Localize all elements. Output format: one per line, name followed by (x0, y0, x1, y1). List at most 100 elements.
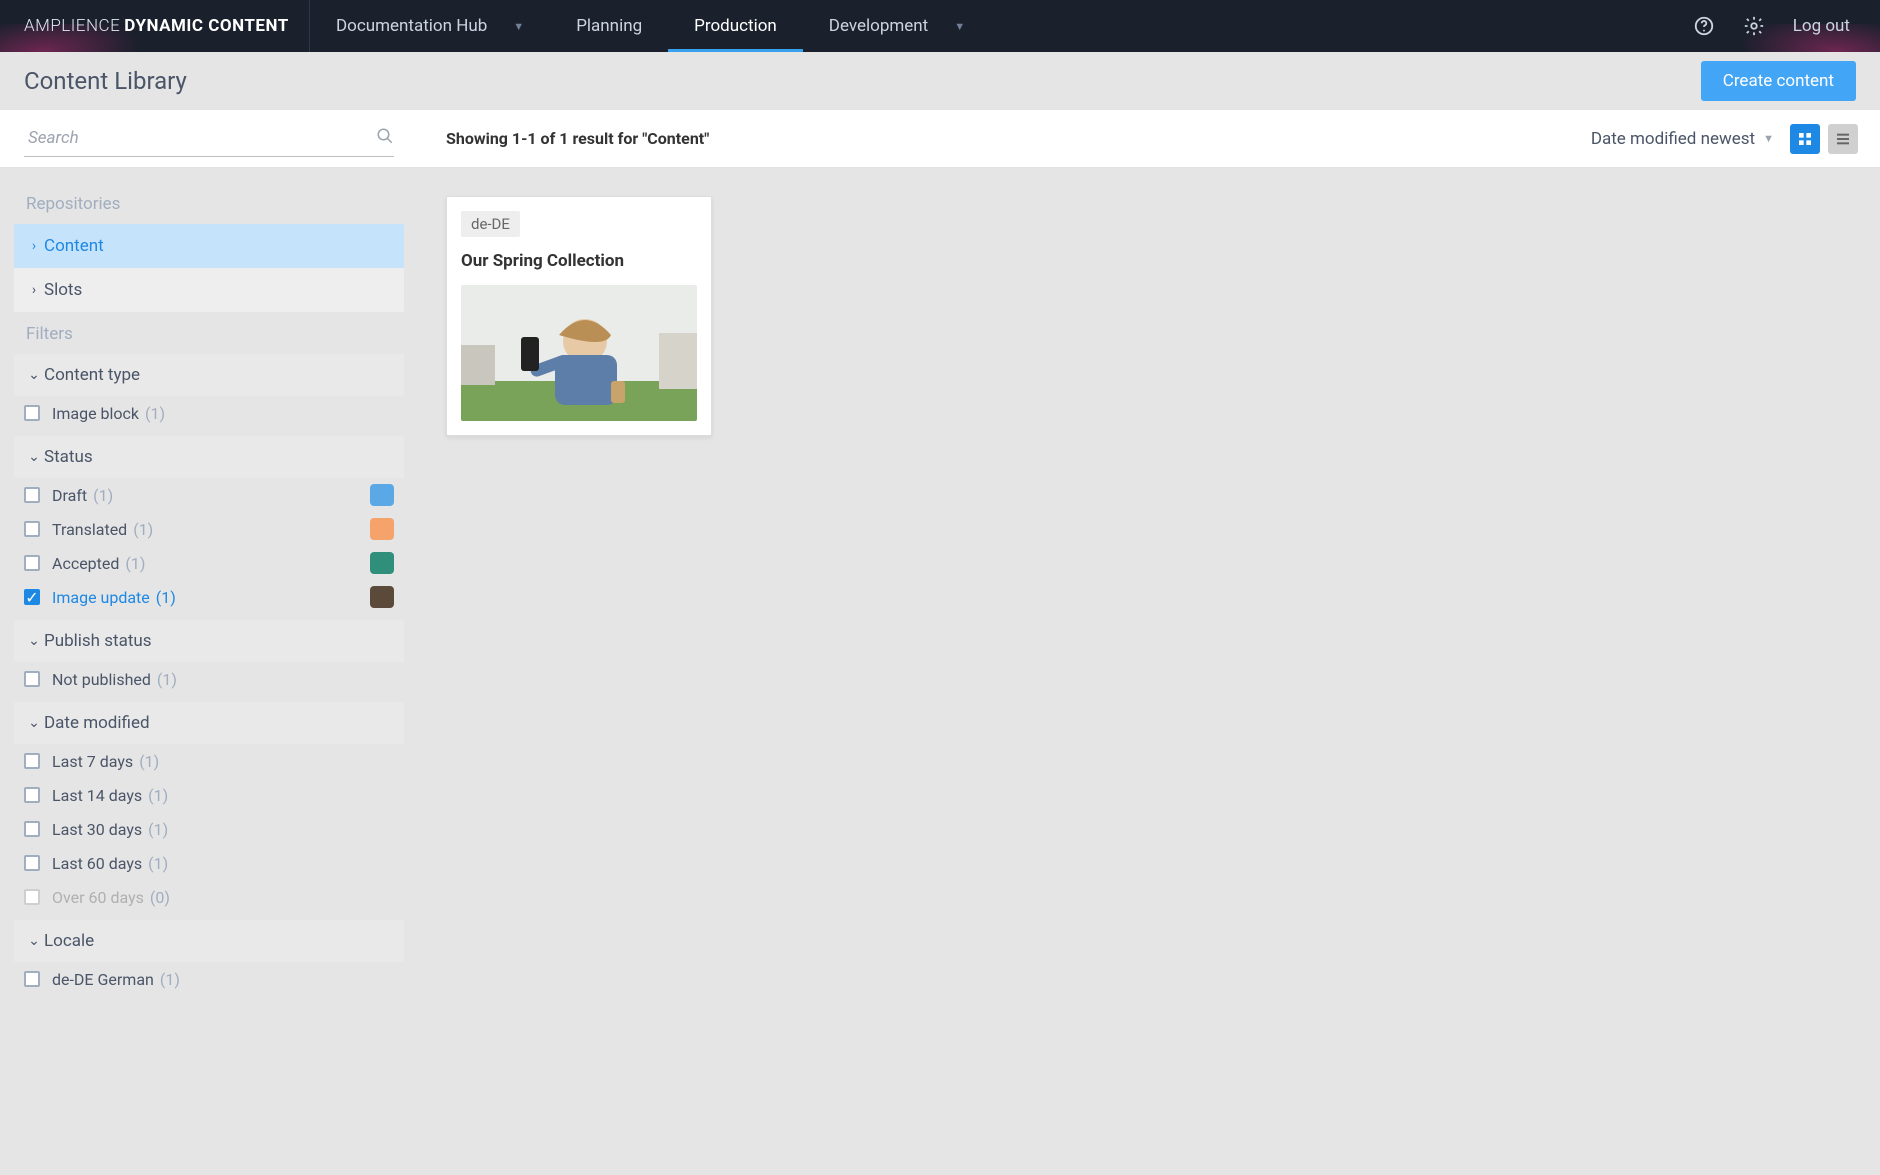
status-swatch (370, 518, 394, 540)
filter-over-60-days: Over 60 days (0) (14, 880, 404, 914)
checkbox-icon (24, 671, 40, 687)
search-icon[interactable] (376, 127, 394, 149)
chevron-down-icon: ⌄ (24, 449, 44, 465)
topbar: AMPLIENCE DYNAMIC CONTENT Documentation … (0, 0, 1880, 52)
group-status[interactable]: ⌄ Status (14, 436, 404, 478)
group-publish-status[interactable]: ⌄ Publish status (14, 620, 404, 662)
checkbox-icon (24, 405, 40, 421)
checkbox-icon (24, 855, 40, 871)
filter-label: Last 7 days (52, 752, 133, 771)
list-view-button[interactable] (1828, 124, 1858, 154)
brand-bold: DYNAMIC CONTENT (124, 16, 288, 36)
nav-planning[interactable]: Planning (550, 0, 668, 52)
filter-count: (1) (148, 820, 168, 839)
body: Repositories › Content › Slots Filters ⌄… (0, 168, 1880, 1175)
group-label: Content type (44, 365, 140, 385)
checkbox-icon (24, 521, 40, 537)
sort-label: Date modified newest (1591, 129, 1755, 149)
search-wrap (0, 120, 418, 157)
brand: AMPLIENCE DYNAMIC CONTENT (0, 0, 310, 52)
filter-count: (1) (160, 970, 180, 989)
group-label: Status (44, 447, 93, 467)
filter-label: de-DE German (52, 970, 154, 989)
content-card[interactable]: de-DE Our Spring Collection (446, 196, 712, 436)
gear-icon[interactable] (1743, 15, 1765, 37)
filter-image-update[interactable]: ✓ Image update (1) (14, 580, 404, 614)
search-input[interactable] (24, 120, 376, 156)
search-box (24, 120, 394, 157)
filter-last-30-days[interactable]: Last 30 days (1) (14, 812, 404, 846)
checkbox-icon (24, 753, 40, 769)
checkbox-icon: ✓ (24, 589, 40, 605)
group-date-modified[interactable]: ⌄ Date modified (14, 702, 404, 744)
filter-count: (1) (139, 752, 159, 771)
chevron-down-icon: ⌄ (24, 633, 44, 649)
repo-content[interactable]: › Content (14, 224, 404, 268)
subheader: Content Library Create content (0, 52, 1880, 110)
filter-not-published[interactable]: Not published (1) (14, 662, 404, 696)
filter-label: Draft (52, 486, 87, 505)
caret-down-icon: ▼ (954, 20, 965, 33)
checkbox-icon (24, 787, 40, 803)
sort-dropdown[interactable]: Date modified newest ▼ (1591, 129, 1774, 149)
chevron-down-icon: ⌄ (24, 715, 44, 731)
brand-thin: AMPLIENCE (24, 16, 120, 36)
nav-production[interactable]: Production (668, 0, 803, 52)
filter-last-7-days[interactable]: Last 7 days (1) (14, 744, 404, 778)
checkbox-icon (24, 487, 40, 503)
logout-link[interactable]: Log out (1793, 16, 1850, 36)
filter-label: Last 14 days (52, 786, 142, 805)
nav-development[interactable]: Development ▼ (803, 0, 991, 52)
nav-documentation-hub[interactable]: Documentation Hub ▼ (310, 0, 550, 52)
filter-translated[interactable]: Translated (1) (14, 512, 404, 546)
group-label: Date modified (44, 713, 150, 733)
repositories-label: Repositories (14, 182, 404, 224)
repo-slots[interactable]: › Slots (14, 268, 404, 312)
filter-last-60-days[interactable]: Last 60 days (1) (14, 846, 404, 880)
toolbar: Showing 1-1 of 1 result for "Content" Da… (0, 110, 1880, 168)
card-title: Our Spring Collection (461, 251, 697, 271)
filter-count: (1) (93, 486, 113, 505)
repo-label: Slots (44, 280, 82, 300)
group-label: Publish status (44, 631, 152, 651)
grid-view-button[interactable] (1790, 124, 1820, 154)
filter-label: Image update (52, 588, 150, 607)
filter-label: Accepted (52, 554, 119, 573)
card-thumbnail (461, 285, 697, 421)
create-content-button[interactable]: Create content (1701, 61, 1856, 101)
nav-label: Production (694, 16, 777, 36)
filter-count: (1) (157, 670, 177, 689)
help-icon[interactable] (1693, 15, 1715, 37)
filter-accepted[interactable]: Accepted (1) (14, 546, 404, 580)
group-locale[interactable]: ⌄ Locale (14, 920, 404, 962)
chevron-down-icon: ⌄ (24, 933, 44, 949)
filter-count: (1) (125, 554, 145, 573)
filter-label: Translated (52, 520, 127, 539)
sidebar: Repositories › Content › Slots Filters ⌄… (0, 168, 418, 1175)
caret-down-icon: ▼ (1763, 132, 1774, 145)
filter-label: Not published (52, 670, 151, 689)
status-swatch (370, 552, 394, 574)
group-content-type[interactable]: ⌄ Content type (14, 354, 404, 396)
status-swatch (370, 484, 394, 506)
filter-last-14-days[interactable]: Last 14 days (1) (14, 778, 404, 812)
filter-count: (1) (145, 404, 165, 423)
nav-label: Planning (576, 16, 642, 36)
content-area: de-DE Our Spring Collection (418, 168, 1880, 1175)
filter-count: (0) (150, 888, 170, 907)
filter-draft[interactable]: Draft (1) (14, 478, 404, 512)
results-summary: Showing 1-1 of 1 result for "Content" (446, 129, 709, 148)
chevron-down-icon: ⌄ (24, 367, 44, 383)
top-nav: Documentation Hub ▼ Planning Production … (310, 0, 991, 52)
group-label: Locale (44, 931, 94, 951)
filter-count: (1) (133, 520, 153, 539)
chevron-right-icon: › (24, 282, 44, 298)
status-swatch (370, 586, 394, 608)
filter-label: Over 60 days (52, 888, 144, 907)
toolbar-right: Date modified newest ▼ (1591, 124, 1880, 154)
filter-image-block[interactable]: Image block (1) (14, 396, 404, 430)
filter-count: (1) (148, 854, 168, 873)
filter-de-de-german[interactable]: de-DE German (1) (14, 962, 404, 996)
repo-label: Content (44, 236, 104, 256)
filter-count: (1) (148, 786, 168, 805)
